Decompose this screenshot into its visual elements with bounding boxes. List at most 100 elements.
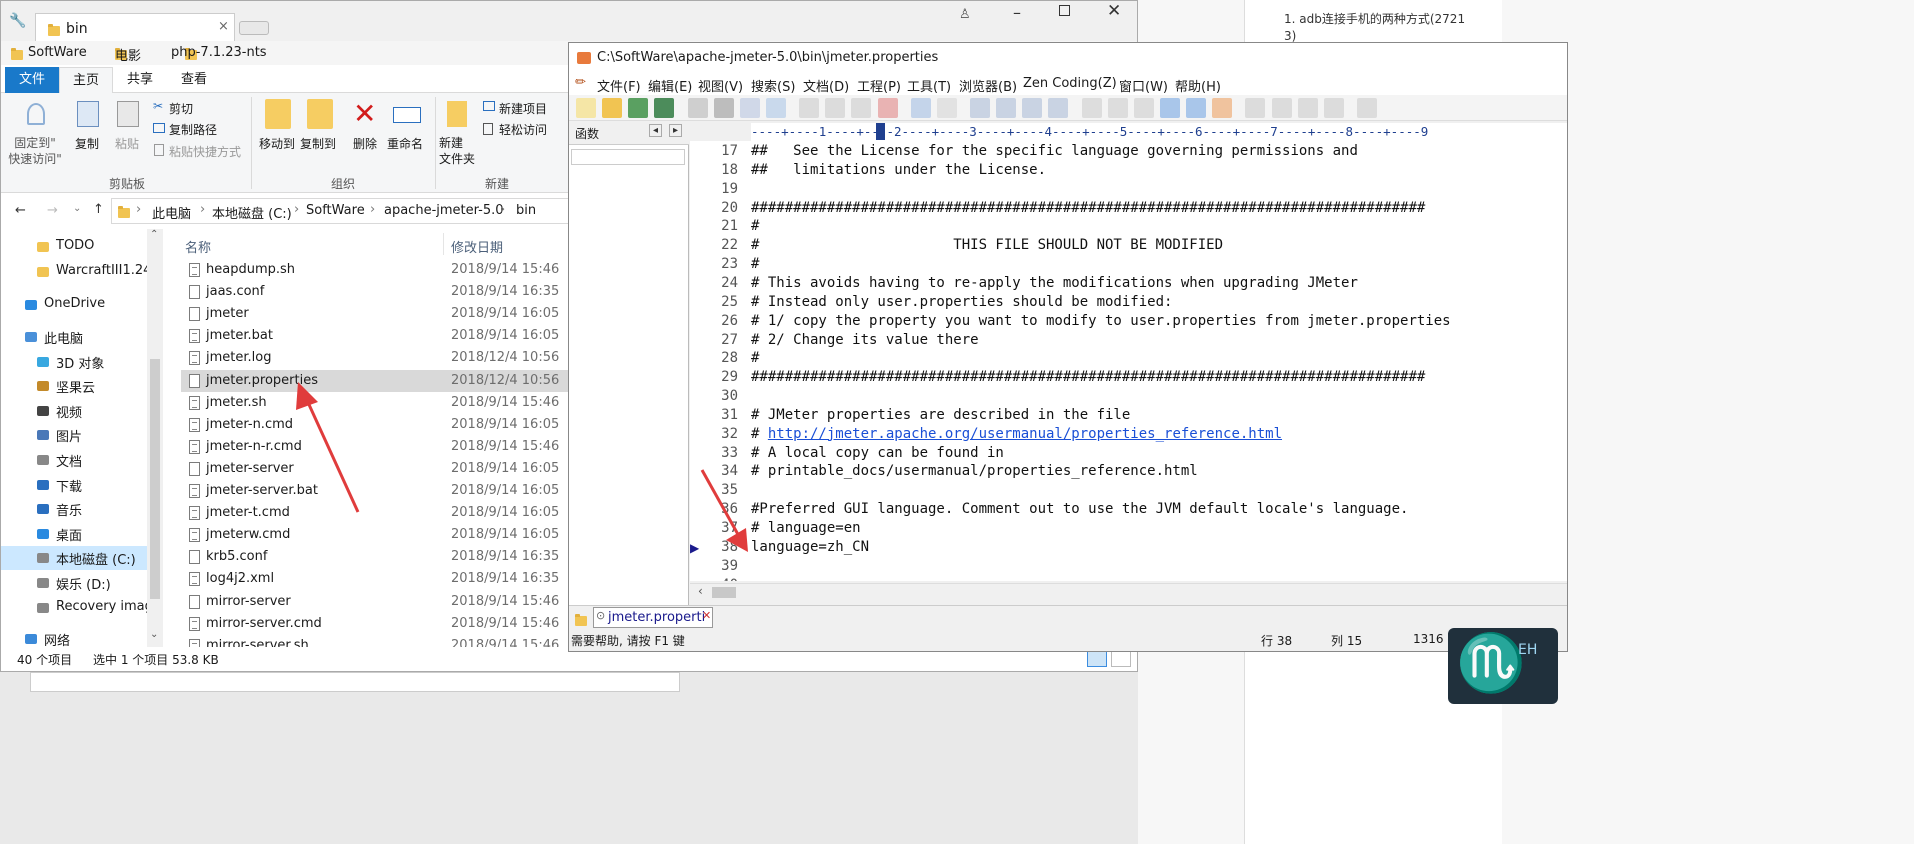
recent-icon[interactable]: ⌄ <box>73 203 81 214</box>
word-wrap-icon[interactable] <box>1159 98 1180 118</box>
spellcheck-icon[interactable] <box>739 98 760 118</box>
find-icon[interactable] <box>969 98 990 118</box>
nav-item[interactable]: 视频 <box>1 399 147 423</box>
h-scroll-thumb[interactable] <box>712 587 736 598</box>
scroll-thumb[interactable] <box>150 359 160 599</box>
nav-item[interactable]: 下载 <box>1 473 147 497</box>
close-window-icon[interactable]: ✕ <box>1107 1 1121 21</box>
nav-item[interactable]: WarcraftIII1.24b <box>1 260 160 284</box>
panel4-icon[interactable] <box>1323 98 1344 118</box>
file-row[interactable]: jmeter-server 2018/9/14 16:05 <box>181 458 573 480</box>
file-row[interactable]: jmeterw.cmd 2018/9/14 16:05 <box>181 524 573 546</box>
paste-icon[interactable] <box>851 98 872 118</box>
save-icon[interactable] <box>628 98 649 118</box>
breadcrumb-item[interactable]: apache-jmeter-5.0 <box>384 203 504 218</box>
copy-icon[interactable] <box>825 98 846 118</box>
code-link[interactable]: http://jmeter.apache.org/usermanual/prop… <box>768 426 1282 442</box>
wrench-icon[interactable]: 🔧 <box>9 13 26 29</box>
print-preview-icon[interactable] <box>687 98 708 118</box>
cut-button[interactable]: 剪切 <box>169 100 193 117</box>
scroll-left-icon[interactable]: ‹ <box>698 584 703 598</box>
open-file-icon[interactable] <box>602 98 623 118</box>
wrap-icon[interactable] <box>1133 98 1154 118</box>
redo-icon[interactable] <box>936 98 957 118</box>
file-row[interactable]: jmeter.sh 2018/9/14 15:46 <box>181 392 573 414</box>
panel3-icon[interactable] <box>1297 98 1318 118</box>
menu-item[interactable]: 浏览器(B) <box>959 76 1017 95</box>
panel1-icon[interactable] <box>1245 98 1266 118</box>
menu-item[interactable]: 工具(T) <box>907 76 951 95</box>
menu-item[interactable]: 编辑(E) <box>648 76 692 95</box>
file-row[interactable]: jmeter-n.cmd 2018/9/14 16:05 <box>181 414 573 436</box>
menu-item[interactable]: 文件(F) <box>597 76 641 95</box>
nav-item[interactable]: 坚果云 <box>1 374 147 398</box>
tab-home[interactable]: 主页 <box>59 67 113 94</box>
user-icon[interactable]: ♙ <box>959 7 971 22</box>
nav-item[interactable]: 桌面 <box>1 522 147 546</box>
article-link[interactable]: 1. adb连接手机的两种方式(2721 <box>1284 10 1465 27</box>
tab-share[interactable]: 共享 <box>113 67 167 93</box>
explorer-tab[interactable]: bin × <box>35 13 235 41</box>
file-row[interactable]: jmeter-t.cmd 2018/9/14 16:05 <box>181 502 573 524</box>
nav-item[interactable]: 网络 <box>1 627 147 647</box>
new-item-button[interactable]: 新建项目 <box>499 100 547 117</box>
tab-file[interactable]: 文件 <box>5 67 59 93</box>
menu-item[interactable]: 搜索(S) <box>751 76 795 95</box>
copy-to-button[interactable]: 复制到 <box>300 135 336 152</box>
new-tab-button[interactable] <box>239 21 269 35</box>
file-row[interactable]: jaas.conf 2018/9/14 16:35 <box>181 281 573 303</box>
help-icon[interactable] <box>1356 98 1377 118</box>
nav-item[interactable]: 娱乐 (D:) <box>1 571 147 595</box>
file-row[interactable]: heapdump.sh 2018/9/14 15:46 <box>181 259 573 281</box>
easy-access-button[interactable]: 轻松访问 <box>499 121 547 138</box>
code-area[interactable]: ▶ 17 ## See the License for the specific … <box>690 141 1567 581</box>
tab-view[interactable]: 查看 <box>167 67 221 93</box>
scroll-up-icon[interactable]: ⌃ <box>150 229 158 240</box>
file-row[interactable]: jmeter.log 2018/12/4 10:56 <box>181 347 573 369</box>
preview-icon[interactable] <box>765 98 786 118</box>
cut-icon[interactable] <box>799 98 820 118</box>
forward-icon[interactable]: → <box>47 203 58 218</box>
pin-button[interactable]: 固定到" 快速访问" <box>7 135 63 167</box>
copy-button[interactable]: 复制 <box>75 135 99 152</box>
line-numbers-icon[interactable] <box>1186 98 1207 118</box>
column-name-header[interactable]: 名称 <box>185 237 211 256</box>
back-icon[interactable]: ← <box>15 203 26 218</box>
nav-item[interactable]: 音乐 <box>1 497 147 521</box>
file-row[interactable]: log4j2.xml 2018/9/14 16:35 <box>181 568 573 590</box>
delete-button[interactable]: 删除 <box>353 135 377 152</box>
maximize-icon[interactable] <box>1059 5 1070 16</box>
nav-item[interactable]: Recovery image <box>1 596 161 620</box>
copy-path-button[interactable]: 复制路径 <box>169 121 217 138</box>
close-tab-icon[interactable]: × <box>218 19 229 34</box>
document-tab[interactable]: ⊙ jmeter.properti ✕ <box>593 607 713 628</box>
file-row[interactable]: jmeter.properties 2018/12/4 10:56 <box>181 369 573 392</box>
delete-icon[interactable] <box>877 98 898 118</box>
scroll-down-icon[interactable]: ⌄ <box>150 629 158 640</box>
minimize-icon[interactable]: – <box>1013 3 1021 22</box>
file-row[interactable]: mirror-server.sh 2018/9/14 15:46 <box>181 635 573 647</box>
bookmark-item[interactable]: 电影 <box>115 45 141 64</box>
replace-icon[interactable] <box>996 98 1017 118</box>
menu-item[interactable]: 文档(D) <box>803 76 849 95</box>
nav-item[interactable]: 此电脑 <box>1 325 147 349</box>
menu-item[interactable]: 工程(P) <box>857 76 901 95</box>
nav-item[interactable]: OneDrive <box>1 293 147 317</box>
breadcrumb-item[interactable]: 本地磁盘 (C:) <box>212 203 292 222</box>
file-row[interactable]: jmeter-n-r.cmd 2018/9/14 15:46 <box>181 436 573 458</box>
rename-button[interactable]: 重命名 <box>387 135 423 152</box>
close-tab-icon[interactable]: ✕ <box>702 609 711 622</box>
move-to-button[interactable]: 移动到 <box>259 135 295 152</box>
heading-icon[interactable] <box>1107 98 1128 118</box>
function-tab[interactable]: 函数 <box>575 125 599 142</box>
goto-icon[interactable] <box>1048 98 1069 118</box>
file-row[interactable]: mirror-server.cmd 2018/9/14 15:46 <box>181 613 573 635</box>
file-row[interactable]: jmeter.bat 2018/9/14 16:05 <box>181 325 573 347</box>
horizontal-scrollbar[interactable]: ‹ <box>690 583 1567 601</box>
panel2-icon[interactable] <box>1271 98 1292 118</box>
file-row[interactable]: krb5.conf 2018/9/14 16:35 <box>181 546 573 568</box>
up-icon[interactable]: ↑ <box>93 202 104 217</box>
paste-button[interactable]: 粘贴 <box>115 135 139 152</box>
font-icon[interactable] <box>1081 98 1102 118</box>
file-row[interactable]: mirror-server 2018/9/14 15:46 <box>181 591 573 613</box>
